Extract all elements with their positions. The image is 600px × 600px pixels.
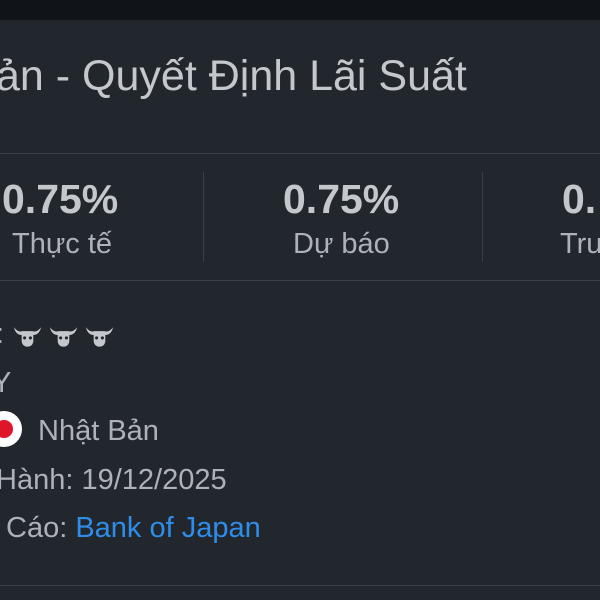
release-date-value: 19/12/2025	[81, 464, 227, 496]
previous-label: Trư	[560, 228, 600, 260]
release-date-label: Hành:	[0, 464, 74, 496]
forecast-value: 0.75%	[283, 176, 400, 222]
source-label: Cáo:	[6, 512, 68, 544]
divider	[0, 585, 600, 586]
page-title: ản - Quyết Định Lãi Suất	[0, 52, 467, 100]
country-name: Nhật Bản	[38, 415, 159, 447]
top-bar	[0, 0, 600, 20]
release-date-row: Hành: 19/12/2025	[0, 462, 227, 498]
divider	[0, 280, 600, 281]
actual-value: 0.75%	[2, 176, 119, 222]
importance-row: :	[0, 316, 120, 352]
stat-divider	[482, 172, 483, 262]
previous-value: 0.	[562, 176, 597, 222]
actual-label: Thực tế	[12, 228, 112, 260]
bull-icon	[50, 327, 78, 347]
source-row: Cáo: Bank of Japan	[6, 510, 261, 546]
source-link[interactable]: Bank of Japan	[75, 512, 260, 544]
bull-icon	[86, 327, 114, 347]
flag-circle	[0, 420, 13, 438]
currency-value: Y	[0, 367, 12, 399]
divider	[0, 153, 600, 154]
japan-flag-icon	[0, 411, 22, 447]
bull-icon	[14, 327, 42, 347]
forecast-label: Dự báo	[293, 228, 390, 260]
stat-divider	[203, 172, 204, 262]
importance-label: :	[0, 318, 4, 350]
